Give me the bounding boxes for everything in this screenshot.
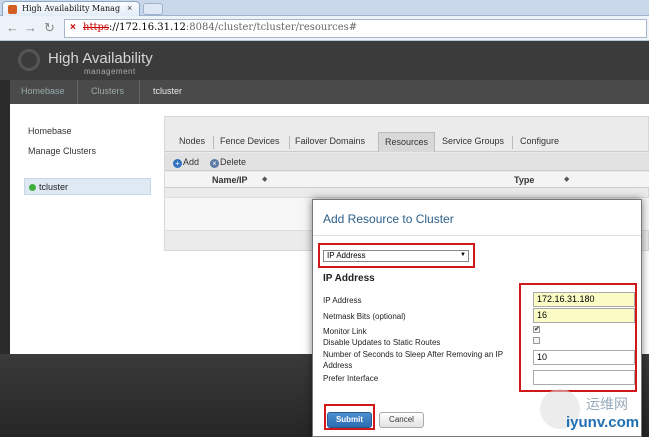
dialog-header: Add Resource to Cluster	[313, 200, 641, 236]
forward-icon[interactable]: →	[24, 21, 37, 35]
prefer-interface-label: Prefer Interface	[323, 374, 379, 383]
address-bar[interactable]: × https://172.16.31.12:8084/cluster/tclu…	[64, 19, 647, 38]
watermark-text: 运维网	[586, 396, 628, 412]
dialog-title: Add Resource to Cluster	[323, 212, 454, 226]
breadcrumb-homebase[interactable]: Homebase	[21, 86, 65, 96]
cluster-tabs: Nodes Fence Devices Failover Domains Res…	[165, 129, 649, 152]
watermark-url: iyunv.com	[566, 414, 640, 431]
tab-configure[interactable]: Configure	[514, 132, 565, 152]
browser-tabstrip: High Availability Manag ×	[0, 0, 649, 16]
delete-label: Delete	[220, 157, 247, 167]
refresh-icon[interactable]: ↻	[44, 21, 55, 35]
url-path: :8084/cluster/tcluster/resources#	[185, 22, 358, 33]
cancel-button[interactable]: Cancel	[379, 412, 424, 428]
breadcrumb-current: tcluster	[153, 86, 183, 96]
submit-button[interactable]: Submit	[327, 412, 372, 428]
insecure-connection-icon[interactable]: ×	[70, 22, 76, 33]
breadcrumb-divider	[77, 80, 78, 104]
add-label: Add	[183, 157, 200, 167]
url-scheme: https	[83, 22, 110, 33]
site-favicon-icon	[8, 5, 17, 14]
dropdown-arrow-icon: ▼	[460, 252, 466, 258]
tab-divider	[512, 136, 513, 149]
browser-tab[interactable]: High Availability Manag ×	[2, 1, 140, 16]
breadcrumb: Homebase Clusters tcluster	[10, 80, 649, 104]
tab-fence-devices[interactable]: Fence Devices	[214, 132, 286, 152]
resource-actions: + Add × Delete	[165, 153, 649, 171]
tab-failover-domains[interactable]: Failover Domains	[289, 132, 371, 152]
ip-address-label: IP Address	[323, 296, 362, 305]
sidebar-item-cluster[interactable]: tcluster	[24, 178, 151, 195]
new-tab-button[interactable]	[143, 3, 163, 15]
resource-type-value: IP Address	[327, 251, 366, 260]
cluster-status-icon	[29, 184, 36, 191]
sort-icon[interactable]: ◆	[564, 175, 569, 183]
column-name-ip[interactable]: Name/IP	[212, 175, 248, 185]
sidebar-item-homebase[interactable]: Homebase	[28, 126, 72, 136]
add-resource-button[interactable]: + Add	[173, 157, 199, 168]
column-type[interactable]: Type	[514, 175, 534, 185]
tab-resources[interactable]: Resources	[378, 132, 436, 152]
disable-static-routes-label: Disable Updates to Static Routes	[323, 338, 441, 347]
monitor-link-checkbox[interactable]: ✔	[533, 326, 540, 333]
sidebar-item-manage-clusters[interactable]: Manage Clusters	[28, 146, 96, 156]
tab-close-icon[interactable]: ×	[127, 3, 132, 13]
netmask-field[interactable]: 16	[533, 308, 635, 323]
add-icon: +	[173, 159, 182, 168]
delete-icon: ×	[210, 159, 219, 168]
browser-navbar: ← → ↻ × https://172.16.31.12:8084/cluste…	[0, 16, 649, 41]
brand-title: High Availability	[48, 50, 153, 67]
prefer-interface-field[interactable]	[533, 370, 635, 385]
app-header: High Availability management	[0, 41, 649, 80]
netmask-label: Netmask Bits (optional)	[323, 312, 406, 321]
resource-type-select[interactable]: IP Address ▼	[323, 250, 469, 262]
cluster-name: tcluster	[39, 182, 69, 192]
tab-service-groups[interactable]: Service Groups	[436, 132, 510, 152]
breadcrumb-divider	[139, 80, 140, 104]
delete-resource-button[interactable]: × Delete	[210, 157, 246, 168]
resources-table-header: Name/IP ◆ Type ◆	[165, 172, 649, 188]
browser-tab-title: High Availability Manag	[22, 4, 121, 13]
back-icon[interactable]: ←	[6, 21, 19, 35]
sleep-seconds-label: Number of Seconds to Sleep After Removin…	[323, 350, 503, 370]
breadcrumb-clusters[interactable]: Clusters	[91, 86, 124, 96]
ip-address-field[interactable]: 172.16.31.180	[533, 292, 635, 307]
monitor-link-label: Monitor Link	[323, 327, 367, 336]
url-host: ://172.16.31.12	[109, 22, 186, 33]
sleep-seconds-field[interactable]: 10	[533, 350, 635, 365]
brand-subtitle: management	[84, 67, 136, 76]
disable-static-routes-checkbox[interactable]	[533, 337, 540, 344]
sort-icon[interactable]: ◆	[262, 175, 267, 183]
section-heading: IP Address	[323, 273, 375, 284]
url-text: https://172.16.31.12:8084/cluster/tclust…	[83, 22, 357, 33]
tab-nodes[interactable]: Nodes	[173, 132, 211, 152]
logo-icon	[18, 49, 40, 71]
